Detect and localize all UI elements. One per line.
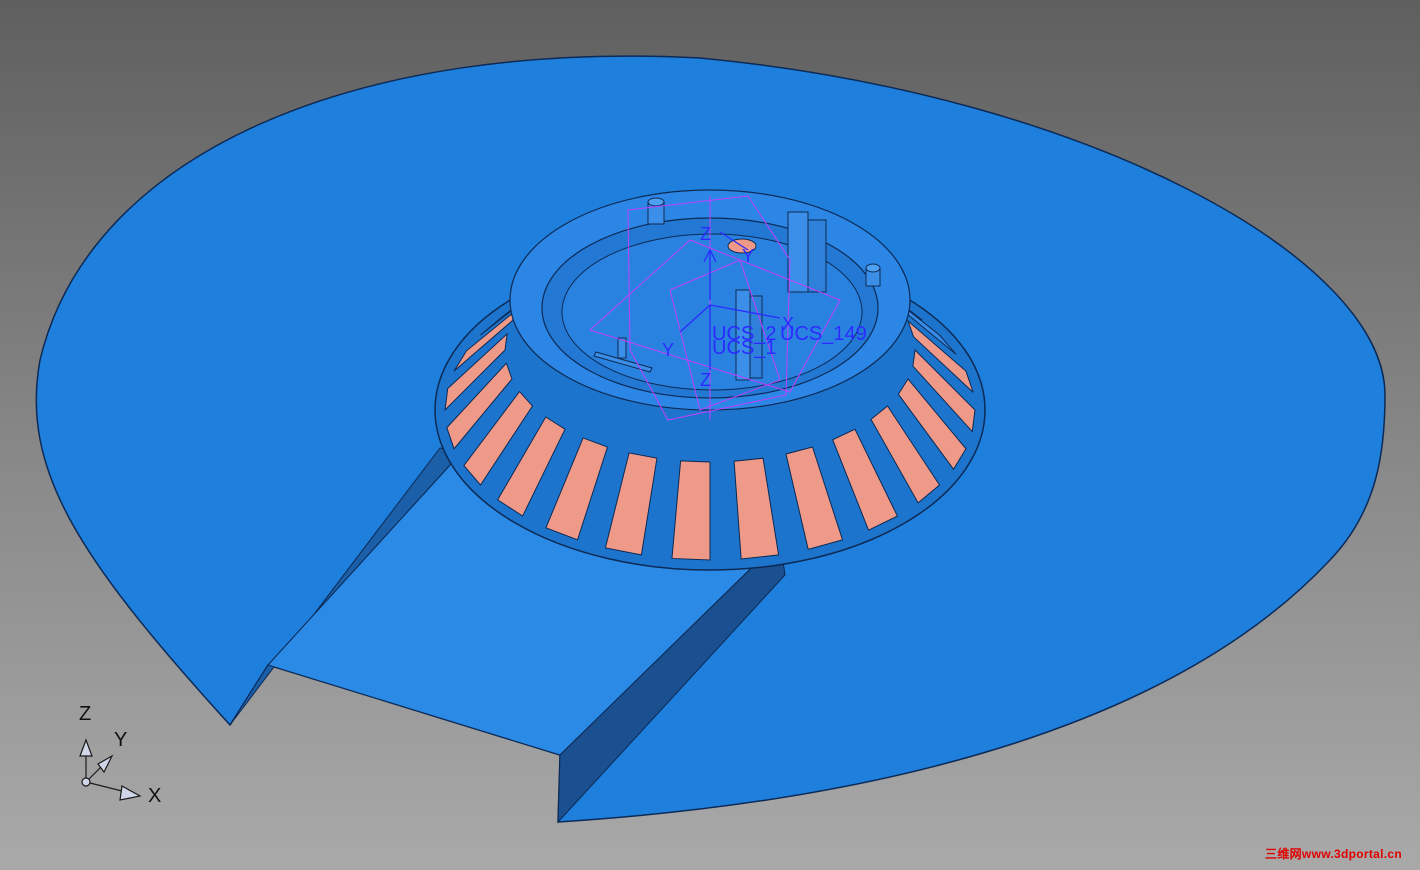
- csys-x-label: X: [148, 785, 161, 807]
- csys-z-label: Z: [79, 703, 91, 725]
- ucs-axis-z-top: Z: [700, 224, 711, 244]
- ucs-label-3: UCS_149: [780, 323, 867, 345]
- ucs-label-2: UCS_1: [712, 337, 776, 359]
- watermark: 三维网www.3dportal.cn: [1265, 847, 1402, 861]
- graphics-viewport[interactable]: Z Y Y Z X UCS_2 UCS_1 UCS_149 Z Y X 三维网w…: [0, 0, 1420, 870]
- csys-y-label: Y: [114, 729, 127, 751]
- ucs-axis-z-bottom: Z: [700, 370, 711, 390]
- model-scene[interactable]: Z Y Y Z X UCS_2 UCS_1 UCS_149 Z Y X: [0, 0, 1420, 870]
- csys-triad-icon: [79, 738, 142, 801]
- ucs-axis-y-top: Y: [742, 246, 754, 266]
- ucs-axis-y-left: Y: [662, 340, 674, 360]
